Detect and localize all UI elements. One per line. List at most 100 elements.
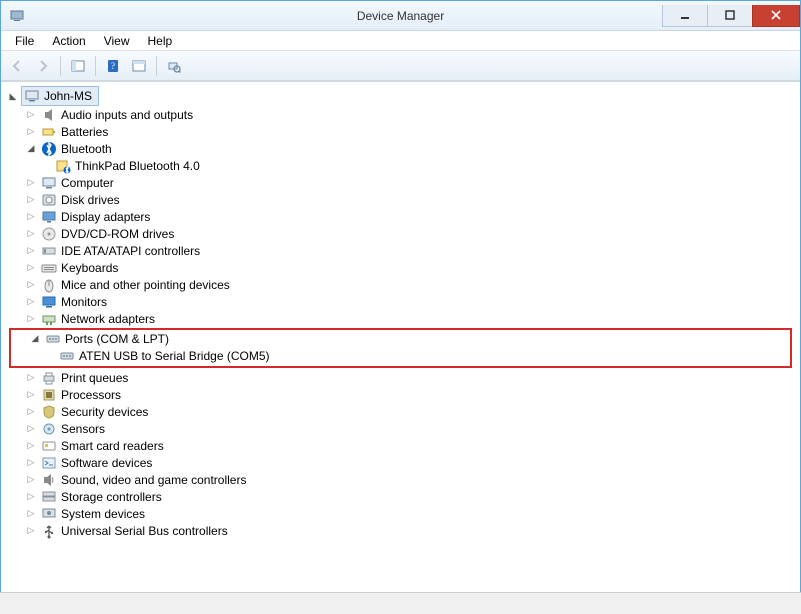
expander-icon[interactable]: ▷ — [25, 457, 37, 468]
audio-icon — [41, 107, 57, 123]
tree-category[interactable]: ▷Computer — [7, 174, 794, 191]
sensor-icon — [41, 421, 57, 437]
tree-category[interactable]: ▷ DVD/CD-ROM drives — [7, 225, 794, 242]
back-button[interactable] — [5, 54, 29, 78]
expander-icon[interactable]: ▷ — [25, 525, 37, 536]
tree-category[interactable]: ▷ Smart card readers — [7, 437, 794, 454]
device-tree-panel[interactable]: ◣ John-MS ▷Audio inputs and outputs▷Batter… — [1, 81, 800, 590]
cdrom-icon — [41, 226, 57, 242]
computer-icon — [41, 175, 57, 191]
expander-icon[interactable]: ▷ — [25, 440, 37, 451]
expander-icon[interactable]: ▷ — [25, 126, 37, 137]
category-label: Print queues — [61, 371, 128, 385]
maximize-button[interactable] — [707, 5, 753, 27]
tree-category[interactable]: ▷Audio inputs and outputs — [7, 106, 794, 123]
expander-icon[interactable]: ▷ — [25, 423, 37, 434]
bluetooth-dev-icon — [55, 158, 71, 174]
tree-category[interactable]: ▷ Universal Serial Bus controllers — [7, 522, 794, 539]
tree-category[interactable]: ▷Processors — [7, 386, 794, 403]
tree-category[interactable]: ◢ Ports (COM & LPT) — [11, 330, 790, 347]
window-controls — [662, 5, 800, 27]
mouse-icon — [41, 277, 57, 293]
tree-category[interactable]: ▷ Monitors — [7, 293, 794, 310]
tree-category[interactable]: ▷Storage controllers — [7, 488, 794, 505]
category-label: Ports (COM & LPT) — [65, 332, 169, 346]
tree-category[interactable]: ◢ Bluetooth — [7, 140, 794, 157]
root-label: John-MS — [44, 89, 92, 103]
storage-icon — [41, 489, 57, 505]
device-label: ATEN USB to Serial Bridge (COM5) — [79, 349, 270, 363]
tree-category[interactable]: ▷ Keyboards — [7, 259, 794, 276]
category-label: Keyboards — [61, 261, 118, 275]
toolbar: ? — [1, 51, 800, 81]
tree-category[interactable]: ▷Disk drives — [7, 191, 794, 208]
menu-action[interactable]: Action — [44, 32, 93, 50]
expander-icon[interactable]: ▷ — [25, 228, 37, 239]
statusbar — [0, 592, 801, 614]
category-label: Security devices — [61, 405, 148, 419]
expander-icon[interactable]: ▷ — [25, 296, 37, 307]
tree-device[interactable]: ThinkPad Bluetooth 4.0 — [7, 157, 794, 174]
expander-icon[interactable]: ▷ — [25, 491, 37, 502]
expander-icon[interactable]: ▷ — [25, 194, 37, 205]
expander-icon[interactable]: ▷ — [25, 245, 37, 256]
smartcard-icon — [41, 438, 57, 454]
expander-icon[interactable]: ▷ — [25, 406, 37, 417]
minimize-button[interactable] — [662, 5, 708, 27]
tree-device[interactable]: ATEN USB to Serial Bridge (COM5) — [11, 347, 790, 364]
tree-category[interactable]: ▷Sound, video and game controllers — [7, 471, 794, 488]
menu-file[interactable]: File — [7, 32, 42, 50]
tree-category[interactable]: ▷ Sensors — [7, 420, 794, 437]
expander-icon[interactable]: ▷ — [25, 389, 37, 400]
category-label: Smart card readers — [61, 439, 164, 453]
menu-help[interactable]: Help — [140, 32, 181, 50]
expander-icon[interactable]: ◣ — [7, 91, 19, 102]
expander-icon[interactable]: ▷ — [25, 474, 37, 485]
help-button[interactable]: ? — [101, 54, 125, 78]
expander-icon[interactable]: ◢ — [29, 333, 41, 344]
system-icon — [41, 506, 57, 522]
expander-icon[interactable]: ▷ — [25, 109, 37, 120]
close-button[interactable] — [752, 5, 800, 27]
port-icon — [59, 348, 75, 364]
expander-icon[interactable]: ◢ — [25, 143, 37, 154]
tree-category[interactable]: ▷Network adapters — [7, 310, 794, 327]
tree-category[interactable]: ▷ Software devices — [7, 454, 794, 471]
expander-icon[interactable]: ▷ — [25, 508, 37, 519]
scan-hardware-button[interactable] — [162, 54, 186, 78]
category-label: Sensors — [61, 422, 105, 436]
battery-icon — [41, 124, 57, 140]
menubar: File Action View Help — [1, 31, 800, 51]
tree-category[interactable]: ▷IDE ATA/ATAPI controllers — [7, 242, 794, 259]
tree-category[interactable]: ▷ Security devices — [7, 403, 794, 420]
port-icon — [45, 331, 61, 347]
svg-text:?: ? — [111, 61, 115, 71]
expander-icon[interactable]: ▷ — [25, 262, 37, 273]
tree-category[interactable]: ▷System devices — [7, 505, 794, 522]
show-hide-tree-button[interactable] — [66, 54, 90, 78]
disk-icon — [41, 192, 57, 208]
tree-category[interactable]: ▷ Print queues — [7, 369, 794, 386]
category-label: DVD/CD-ROM drives — [61, 227, 174, 241]
sound-icon — [41, 472, 57, 488]
expander-icon[interactable]: ▷ — [25, 279, 37, 290]
expander-icon[interactable]: ▷ — [25, 177, 37, 188]
menu-view[interactable]: View — [96, 32, 138, 50]
usb-icon — [41, 523, 57, 539]
ide-icon — [41, 243, 57, 259]
expander-icon[interactable]: ▷ — [25, 211, 37, 222]
forward-button[interactable] — [31, 54, 55, 78]
category-label: Software devices — [61, 456, 152, 470]
expander-icon[interactable]: ▷ — [25, 372, 37, 383]
tree-category[interactable]: ▷Display adapters — [7, 208, 794, 225]
tree-root[interactable]: John-MS — [21, 86, 99, 106]
category-label: Universal Serial Bus controllers — [61, 524, 228, 538]
expander-icon[interactable]: ▷ — [25, 313, 37, 324]
toolbar-separator — [95, 56, 96, 76]
category-label: Monitors — [61, 295, 107, 309]
printer-icon — [41, 370, 57, 386]
tree-category[interactable]: ▷Mice and other pointing devices — [7, 276, 794, 293]
category-label: Bluetooth — [61, 142, 112, 156]
properties-button[interactable] — [127, 54, 151, 78]
tree-category[interactable]: ▷Batteries — [7, 123, 794, 140]
